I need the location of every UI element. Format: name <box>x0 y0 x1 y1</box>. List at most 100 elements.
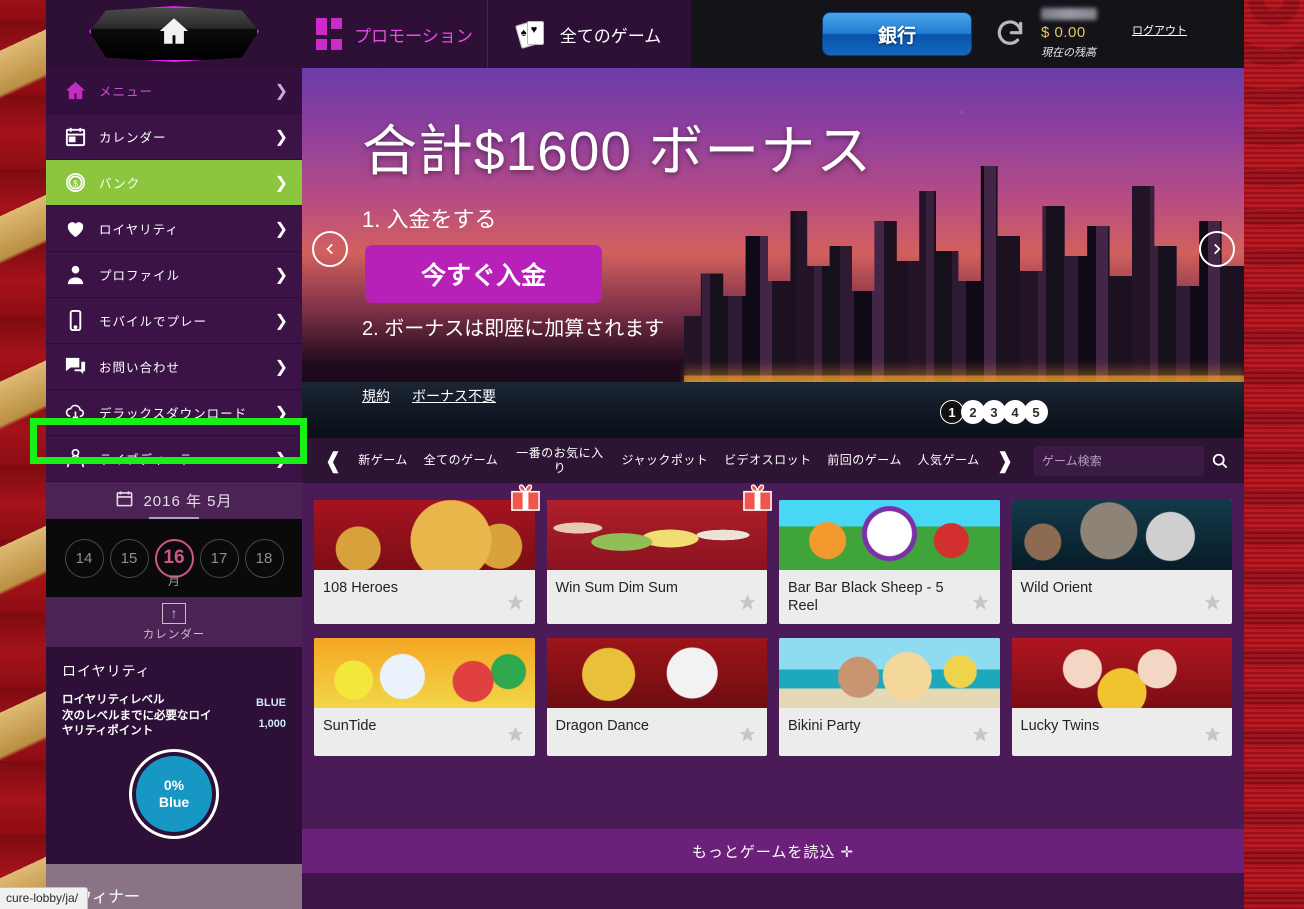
category-top-favourites[interactable]: 一番のお気に入り <box>514 446 606 476</box>
arrow-up-box-icon: ↑ <box>162 603 186 624</box>
calendar-day[interactable]: 15 <box>110 539 149 578</box>
decorative-background-left <box>0 0 46 909</box>
chat-bubble-icon <box>60 353 90 381</box>
star-icon[interactable] <box>506 725 525 744</box>
sidebar-item-bank[interactable]: $ バンク ❯ <box>46 160 302 206</box>
game-card[interactable]: 108 Heroes <box>314 500 535 624</box>
game-card[interactable]: Win Sum Dim Sum <box>547 500 768 624</box>
game-title: Bikini Party <box>779 708 1000 756</box>
deposit-now-button[interactable]: 今すぐ入金 <box>365 245 602 303</box>
browser-status-bar-url: cure-lobby/ja/ <box>0 887 88 909</box>
user-icon <box>60 261 90 289</box>
star-icon[interactable] <box>1203 593 1222 612</box>
sidebar-item-label: カレンダー <box>99 127 167 146</box>
mobile-phone-icon <box>60 307 90 335</box>
calendar-title: 2016 年 5月 <box>143 490 232 511</box>
promotions-icon <box>316 18 342 50</box>
banner-headline: 合計$1600 ボーナス <box>362 106 872 186</box>
sidebar-item-menu[interactable]: メニュー ❯ <box>46 68 302 114</box>
carousel-dot[interactable]: 5 <box>1024 400 1048 424</box>
sidebar-item-contact-us[interactable]: お問い合わせ ❯ <box>46 344 302 390</box>
bank-button[interactable]: 銀行 <box>822 12 972 56</box>
category-new-games[interactable]: 新ゲーム <box>358 453 408 468</box>
game-card[interactable]: Lucky Twins <box>1012 638 1233 756</box>
sidebar-item-live-dealer[interactable]: ライブディーラー ❯ <box>46 436 302 482</box>
terms-link[interactable]: 規約 <box>362 386 390 406</box>
sidebar-item-label: バンク <box>99 173 140 192</box>
sidebar-item-profile[interactable]: プロファイル ❯ <box>46 252 302 298</box>
sidebar-item-label: ライブディーラー <box>99 449 206 468</box>
header-account-area: 銀行 $ 0.00 現在の残高 ログアウト <box>691 0 1244 68</box>
star-icon[interactable] <box>738 593 757 612</box>
game-title: SunTide <box>314 708 535 756</box>
category-scroll-right[interactable]: ❱ <box>988 448 1022 474</box>
sidebar-item-calendar[interactable]: カレンダー ❯ <box>46 114 302 160</box>
game-grid: 108 Heroes Win Sum Dim Sum Bar Bar Black… <box>302 483 1244 756</box>
balance-amount: $ 0.00 <box>1041 24 1097 41</box>
game-card[interactable]: Dragon Dance <box>547 638 768 756</box>
star-icon[interactable] <box>971 725 990 744</box>
game-search-box[interactable] <box>1034 446 1204 476</box>
header-all-games-link[interactable]: ♠ ♥ 全てのゲーム <box>488 0 691 68</box>
loyalty-progress-disc: 0% Blue <box>136 756 212 832</box>
category-jackpot[interactable]: ジャックポット <box>622 453 709 468</box>
carousel-next-button[interactable] <box>1199 231 1235 267</box>
chevron-right-icon: ❯ <box>275 219 288 239</box>
search-input[interactable] <box>1042 454 1196 468</box>
sidebar-item-label: デラックスダウンロード <box>99 403 247 422</box>
game-card[interactable]: SunTide <box>314 638 535 756</box>
star-icon[interactable] <box>1203 725 1222 744</box>
chevron-right-icon: ❯ <box>275 265 288 285</box>
carousel-prev-button[interactable] <box>312 231 348 267</box>
header-promotions-link[interactable]: プロモーション <box>302 0 488 68</box>
home-badge[interactable] <box>89 6 259 62</box>
game-category-nav: ❰ 新ゲーム 全てのゲーム 一番のお気に入り ジャックポット ビデオスロット 前… <box>302 438 1244 483</box>
game-card[interactable]: Bikini Party <box>779 638 1000 756</box>
sidebar-item-deluxe-download[interactable]: デラックスダウンロード ❯ <box>46 390 302 436</box>
calendar-day[interactable]: 18 <box>245 539 284 578</box>
star-icon[interactable] <box>738 725 757 744</box>
loyalty-points-value: 1,000 <box>256 714 286 735</box>
category-last-played[interactable]: 前回のゲーム <box>827 453 902 468</box>
calendar-day[interactable]: 17 <box>200 539 239 578</box>
refresh-icon[interactable] <box>994 18 1026 50</box>
casino-lobby-app: プロモーション ♠ ♥ 全てのゲーム 銀行 $ 0.00 現在の残高 ロ <box>46 0 1244 909</box>
sidebar-item-label: メニュー <box>99 81 153 100</box>
search-icon[interactable] <box>1210 451 1230 471</box>
chevron-right-icon: ❯ <box>275 449 288 469</box>
game-card[interactable]: Bar Bar Black Sheep - 5 Reel <box>779 500 1000 624</box>
game-card[interactable]: Wild Orient <box>1012 500 1233 624</box>
calendar-widget-header: 2016 年 5月 <box>46 482 302 519</box>
promo-banner-carousel: 合計$1600 ボーナス 1. 入金をする 今すぐ入金 2. ボーナスは即座に加… <box>302 68 1244 438</box>
category-all-games[interactable]: 全てのゲーム <box>424 453 499 468</box>
svg-text:$: $ <box>73 178 78 188</box>
no-bonus-link[interactable]: ボーナス不要 <box>412 386 496 406</box>
calendar-expand-button[interactable]: ↑ カレンダー <box>46 597 302 647</box>
sidebar-item-loyalty[interactable]: ロイヤリティ ❯ <box>46 206 302 252</box>
category-video-slots[interactable]: ビデオスロット <box>724 453 812 468</box>
category-scroll-left[interactable]: ❰ <box>316 448 350 474</box>
star-icon[interactable] <box>971 593 990 612</box>
game-title: Bar Bar Black Sheep - 5 Reel <box>779 570 1000 624</box>
sidebar-item-label: プロファイル <box>99 265 180 284</box>
logout-link[interactable]: ログアウト <box>1132 22 1187 38</box>
calendar-day[interactable]: 14 <box>65 539 104 578</box>
chevron-right-icon: ❯ <box>275 357 288 377</box>
username-redacted <box>1041 8 1097 20</box>
chevron-right-icon: ❯ <box>275 173 288 193</box>
star-icon[interactable] <box>506 593 525 612</box>
category-popular-games[interactable]: 人気ゲーム <box>918 453 980 468</box>
banner-step-2: 2. ボーナスは即座に加算されます <box>362 316 692 343</box>
sidebar-item-mobile-play[interactable]: モバイルでプレー ❯ <box>46 298 302 344</box>
site-logo-home-button[interactable] <box>46 0 302 68</box>
loyalty-percent: 0% <box>164 777 184 794</box>
game-thumbnail <box>1012 500 1233 570</box>
banner-links: 規約 ボーナス不要 <box>362 386 496 406</box>
chevron-right-icon: ❯ <box>275 81 288 101</box>
balance-label: 現在の残高 <box>1041 44 1097 60</box>
load-more-games-button[interactable]: もっとゲームを読込 ✛ <box>302 829 1244 873</box>
game-thumbnail <box>547 638 768 708</box>
game-thumbnail <box>779 638 1000 708</box>
game-title: Dragon Dance <box>547 708 768 756</box>
game-thumbnail <box>314 638 535 708</box>
